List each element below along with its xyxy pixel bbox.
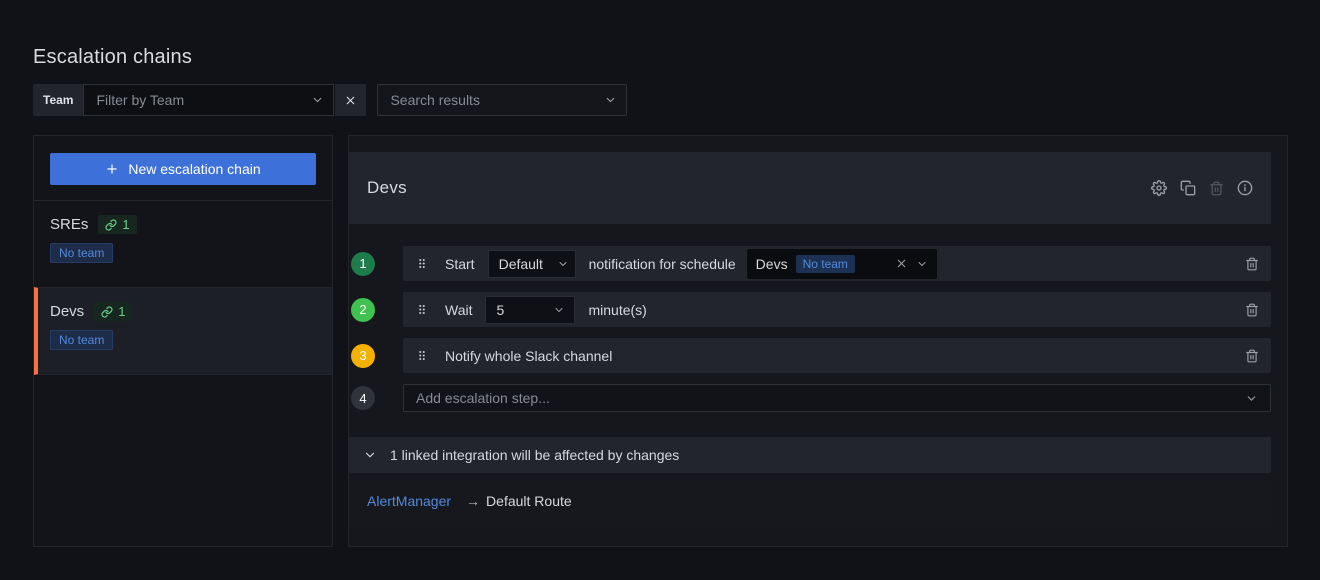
linked-integrations-toggle[interactable]: 1 linked integration will be affected by…: [349, 437, 1271, 473]
search-results-select[interactable]: Search results: [377, 84, 627, 116]
step-prefix-label: Start: [445, 256, 475, 272]
info-icon: [1237, 180, 1253, 196]
integration-link[interactable]: AlertManager: [367, 493, 451, 509]
page-title: Escalation chains: [33, 46, 192, 69]
wait-duration-select[interactable]: 5: [485, 296, 575, 324]
link-icon: [101, 306, 113, 318]
arrow-right-icon: →: [466, 493, 480, 509]
copy-button[interactable]: [1180, 180, 1196, 196]
step-prefix-label: Wait: [445, 302, 472, 318]
chain-item-devs[interactable]: Devs 1 No team: [34, 287, 332, 375]
chevron-down-icon: [557, 258, 569, 270]
add-step-row: 4 Add escalation step...: [351, 384, 1271, 412]
wait-duration-value: 5: [496, 302, 504, 318]
chevron-down-icon: [311, 94, 324, 107]
step-label: Notify whole Slack channel: [445, 348, 612, 364]
step-number-badge: 1: [351, 252, 375, 276]
chevron-down-icon: [604, 94, 617, 107]
step-middle-label: notification for schedule: [589, 256, 736, 272]
team-filter-placeholder: Filter by Team: [96, 92, 184, 108]
panel-header: Devs: [349, 152, 1271, 224]
gear-icon: [1151, 180, 1167, 196]
close-icon: [344, 94, 357, 107]
trash-icon: [1245, 349, 1259, 363]
drag-handle-icon[interactable]: [415, 302, 429, 317]
delete-step-button[interactable]: [1245, 257, 1259, 271]
notification-policy-value: Default: [499, 256, 543, 272]
trash-icon: [1245, 257, 1259, 271]
search-placeholder: Search results: [390, 92, 479, 108]
chain-name: Devs: [50, 303, 84, 320]
chain-name: SREs: [50, 216, 88, 233]
new-escalation-chain-button[interactable]: New escalation chain: [50, 153, 316, 185]
link-icon: [105, 219, 117, 231]
chevron-down-icon: [363, 448, 377, 462]
copy-icon: [1180, 180, 1196, 196]
step-number-badge: 2: [351, 298, 375, 322]
add-escalation-step-select[interactable]: Add escalation step...: [403, 384, 1271, 412]
trash-icon: [1209, 181, 1224, 196]
delete-chain-button[interactable]: [1209, 181, 1224, 196]
filter-bar: Team Filter by Team Search results: [33, 84, 627, 116]
plus-icon: [105, 162, 119, 176]
chain-item-sres[interactable]: SREs 1 No team: [34, 200, 332, 287]
team-badge: No team: [50, 330, 113, 350]
delete-step-button[interactable]: [1245, 349, 1259, 363]
chevron-down-icon: [916, 258, 928, 270]
linked-integrations-section: 1 linked integration will be affected by…: [349, 437, 1271, 528]
schedule-value: Devs: [756, 256, 788, 272]
escalation-step-row-1: 1 Start Default notification for schedul…: [351, 246, 1271, 281]
escalation-step-row-2: 2 Wait 5 minute(s): [351, 292, 1271, 327]
escalation-step-row-3: 3 Notify whole Slack channel: [351, 338, 1271, 373]
clear-team-filter-button[interactable]: [335, 84, 366, 116]
chevron-down-icon: [1245, 392, 1258, 405]
step-suffix-label: minute(s): [588, 302, 646, 318]
drag-handle-icon[interactable]: [415, 348, 429, 363]
team-filter-select[interactable]: Filter by Team: [83, 84, 334, 116]
delete-step-button[interactable]: [1245, 303, 1259, 317]
linked-count-badge: 1: [94, 302, 132, 321]
escalation-steps: 1 Start Default notification for schedul…: [351, 246, 1271, 412]
notification-policy-select[interactable]: Default: [488, 250, 576, 278]
team-filter-label: Team: [33, 84, 83, 116]
linked-count-badge: 1: [98, 215, 136, 234]
new-escalation-chain-label: New escalation chain: [128, 161, 260, 177]
escalation-chain-title: Devs: [367, 178, 407, 198]
trash-icon: [1245, 303, 1259, 317]
add-step-placeholder: Add escalation step...: [416, 390, 550, 406]
linked-integrations-summary: 1 linked integration will be affected by…: [390, 447, 679, 463]
team-badge: No team: [50, 243, 113, 263]
settings-button[interactable]: [1151, 180, 1167, 196]
linked-count: 1: [122, 217, 129, 232]
escalation-chain-sidebar: New escalation chain SREs 1 No team Devs…: [33, 135, 333, 547]
chevron-down-icon: [553, 304, 565, 316]
step-number-badge: 3: [351, 344, 375, 368]
step-number-badge: 4: [351, 386, 375, 410]
escalation-chain-panel: Devs 1 Start Default notification for sc…: [348, 135, 1288, 547]
route-label: Default Route: [486, 493, 572, 509]
info-button[interactable]: [1237, 180, 1253, 196]
drag-handle-icon[interactable]: [415, 256, 429, 271]
linked-integration-row: AlertManager → Default Route: [349, 473, 1271, 528]
schedule-select[interactable]: Devs No team: [747, 249, 937, 279]
schedule-team-badge: No team: [796, 255, 855, 273]
linked-count: 1: [118, 304, 125, 319]
chain-list: SREs 1 No team Devs 1 No team: [34, 200, 332, 375]
clear-schedule-icon[interactable]: [895, 257, 908, 270]
